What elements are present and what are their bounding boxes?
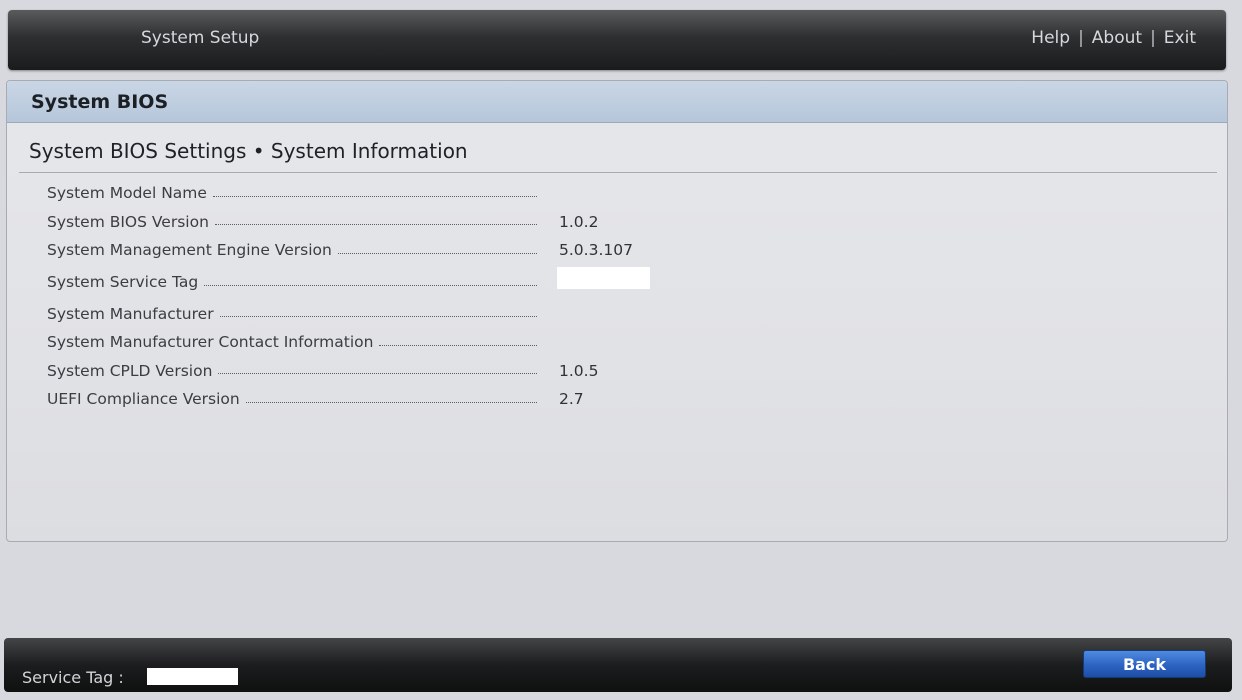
exit-link[interactable]: Exit [1164, 28, 1196, 48]
bottom-bar: Service Tag : Back [4, 638, 1232, 692]
service-tag-label: Service Tag : [22, 668, 124, 687]
top-links: Help | About | Exit [1031, 28, 1196, 48]
dot-leader [214, 224, 537, 226]
row-label: System Model Name [47, 184, 207, 203]
dot-leader [219, 316, 537, 318]
row-label: System Service Tag [47, 273, 199, 291]
dot-leader [379, 344, 537, 346]
row-uefi-compliance-version: UEFI Compliance Version 2.7 [47, 385, 747, 414]
row-label: UEFI Compliance Version [47, 390, 240, 409]
dot-leader [218, 373, 537, 375]
row-value: 1.0.5 [559, 361, 599, 380]
help-link[interactable]: Help [1031, 28, 1070, 48]
panel-header-title: System BIOS [31, 90, 169, 113]
row-label: System Management Engine Version [47, 241, 332, 260]
page-title: System BIOS Settings • System Informatio… [29, 139, 468, 163]
row-value: 5.0.3.107 [559, 241, 633, 260]
row-system-bios-version: System BIOS Version 1.0.2 [47, 208, 747, 237]
link-separator: | [1150, 28, 1156, 48]
dot-leader [337, 252, 537, 254]
app-title: System Setup [141, 28, 260, 48]
row-cpld-version: System CPLD Version 1.0.5 [47, 357, 747, 386]
row-management-engine-version: System Management Engine Version 5.0.3.1… [47, 236, 747, 265]
top-bar: System Setup Help | About | Exit [8, 10, 1226, 70]
row-label: System Manufacturer [47, 304, 214, 323]
back-button[interactable]: Back [1083, 650, 1206, 678]
row-value: 2.7 [559, 390, 584, 409]
row-value: 1.0.2 [559, 212, 599, 231]
row-system-service-tag: System Service Tag [47, 265, 747, 300]
row-label: System Manufacturer Contact Information [47, 333, 374, 352]
dot-leader [204, 284, 537, 286]
row-label: System CPLD Version [47, 361, 213, 380]
row-label: System BIOS Version [47, 212, 209, 231]
service-tag-redaction [557, 266, 650, 289]
dot-leader [212, 195, 537, 197]
link-separator: | [1078, 28, 1084, 48]
title-divider [19, 172, 1217, 173]
main-panel: System BIOS System BIOS Settings • Syste… [6, 80, 1228, 542]
about-link[interactable]: About [1092, 28, 1142, 48]
info-list: System Model Name System BIOS Version 1.… [47, 179, 747, 414]
row-manufacturer-contact: System Manufacturer Contact Information [47, 328, 747, 357]
panel-header: System BIOS [7, 81, 1227, 123]
row-system-model-name: System Model Name [47, 179, 747, 208]
service-tag-value-redaction [147, 668, 238, 685]
row-system-manufacturer: System Manufacturer [47, 300, 747, 329]
dot-leader [245, 401, 537, 403]
